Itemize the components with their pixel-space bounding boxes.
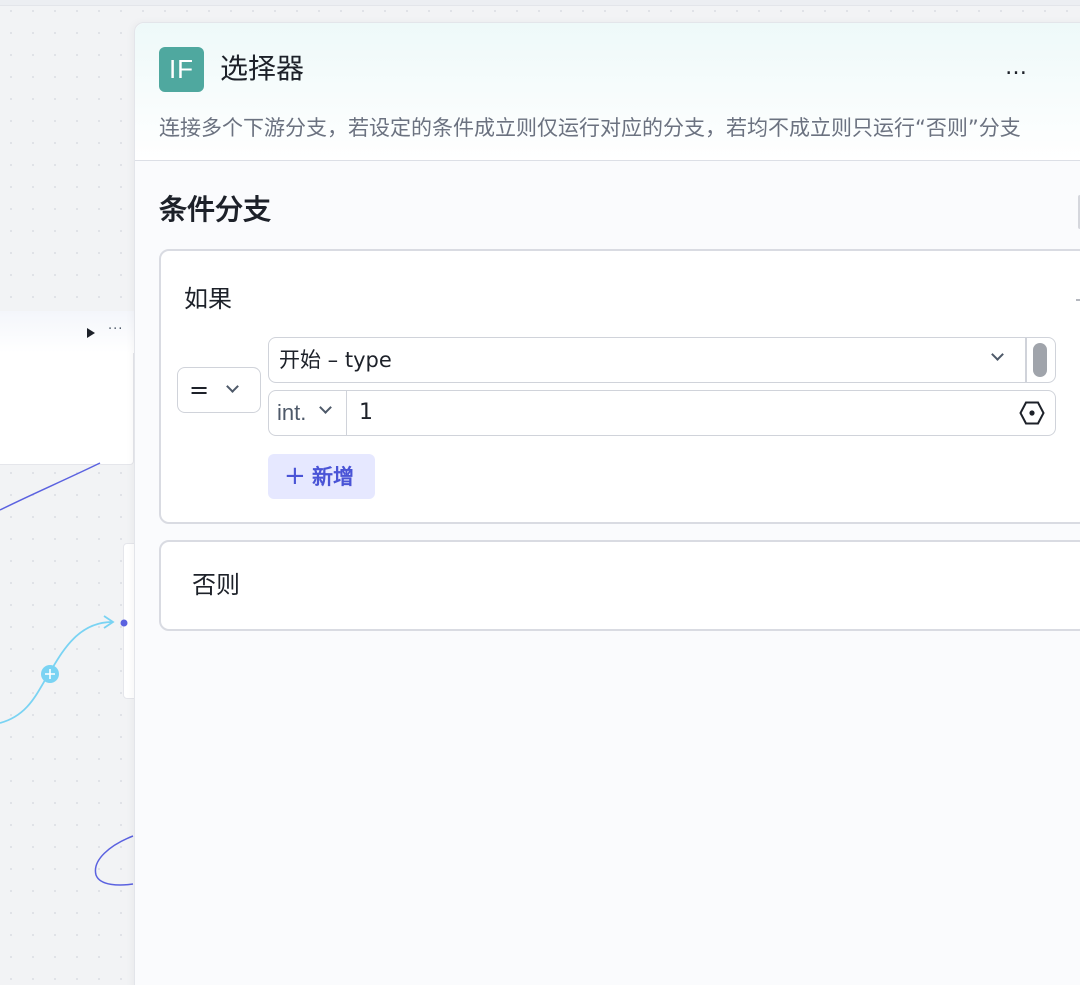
else-branch-card: 否则 [159,540,1080,631]
chevron-down-icon [319,401,332,414]
more-options-icon[interactable]: … [1005,53,1029,83]
condition-value-input[interactable]: int. 1 [268,390,1056,436]
value-type-label: int. [277,400,307,425]
operator-value: = [189,376,210,404]
section-title-conditions: 条件分支 [159,193,272,226]
edge-line [0,462,101,511]
edge-handle-dot [120,619,128,627]
divider [1025,338,1027,382]
value-type-select[interactable]: int. [269,391,347,435]
edge-line [94,835,134,886]
add-node-on-edge-icon [41,665,59,683]
if-node-icon: IF [159,47,204,92]
chevron-down-icon [991,348,1004,361]
selector-node-panel: IF 选择器 … 连接多个下游分支，若设定的条件成立则仅运行对应的分支，若均不成… [134,22,1080,985]
operator-select[interactable]: = [177,367,261,413]
variable-value: 开始 – type [279,348,392,372]
drag-handle[interactable] [1033,343,1047,377]
page-title[interactable]: 选择器 [220,51,304,87]
add-condition-button[interactable]: + 新增 [268,454,375,499]
else-branch-label: 否则 [192,571,240,599]
if-branch-label: 如果 [184,285,232,313]
branch-collapse-icon[interactable] [1076,299,1080,301]
variable-select[interactable]: 开始 – type [268,337,1056,383]
chevron-down-icon [226,380,239,393]
panel-header: IF 选择器 … 连接多个下游分支，若设定的条件成立则仅运行对应的分支，若均不成… [135,23,1080,161]
condition-value[interactable]: 1 [359,398,373,428]
plus-icon: + [284,461,306,491]
if-branch-card: 如果 = 开始 – type int. 1 + 新增 [159,249,1080,524]
variable-reference-icon[interactable] [1019,400,1045,426]
node-description[interactable]: 连接多个下游分支，若设定的条件成立则仅运行对应的分支，若均不成立则只运行“否则”… [159,113,1080,143]
add-condition-label: 新增 [312,465,354,489]
